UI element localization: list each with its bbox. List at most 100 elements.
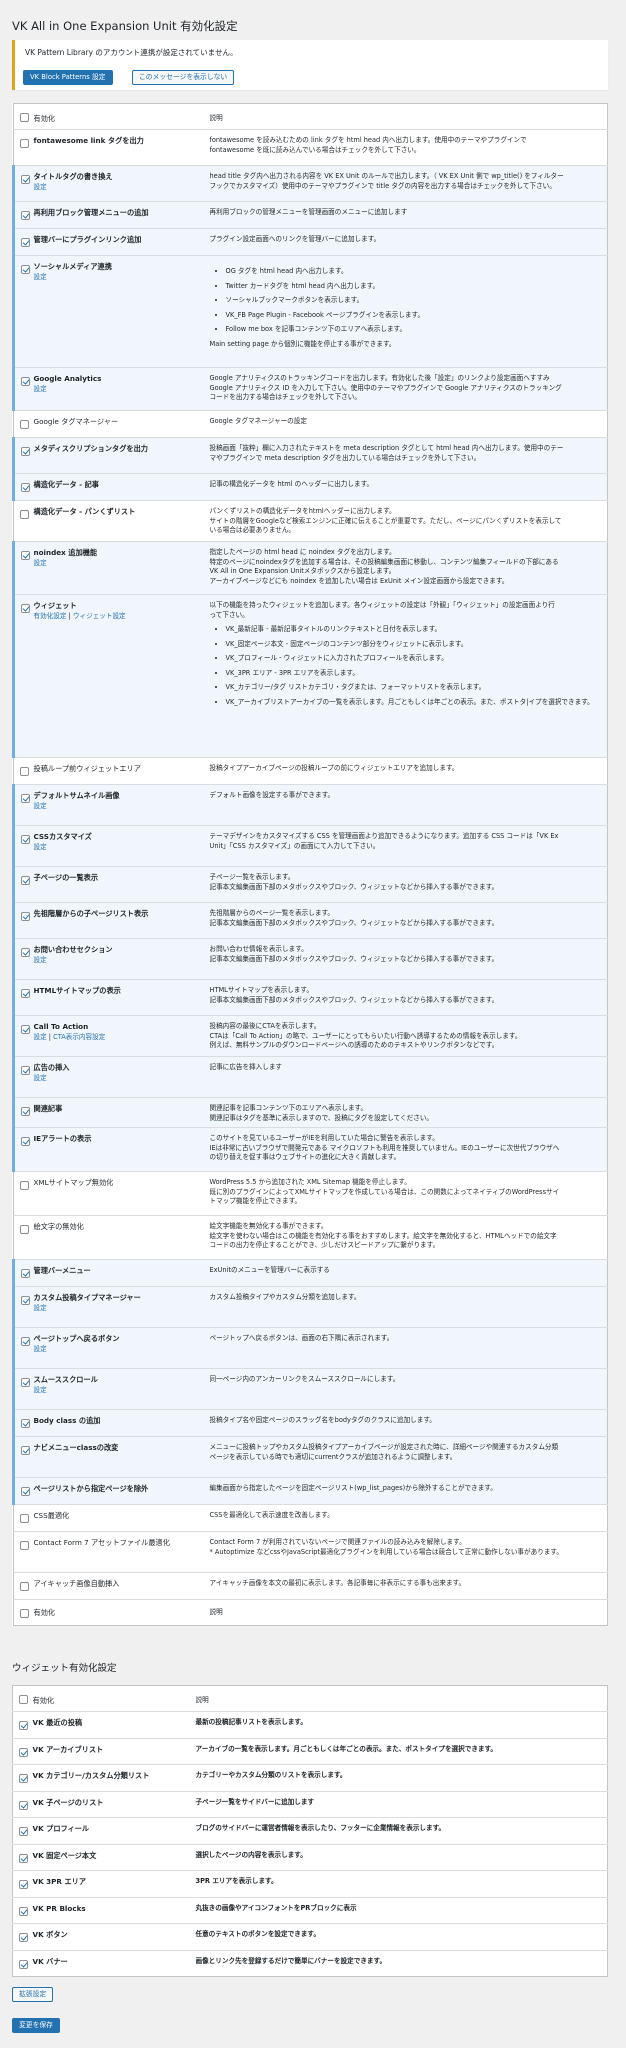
feature-description-line: 以下の機能を持ったウィジェットを追加します。各ウィジェットの設定は「外観」「ウィ… [209,601,555,610]
feature-sub-list: OG タグを html head 内へ出力します。 Twitter カードタグを … [210,267,600,335]
feature-checkbox[interactable] [21,1487,30,1497]
feature-checkbox[interactable] [20,510,29,520]
widget-checkbox[interactable] [19,1827,28,1837]
notice-message: VK Pattern Library のアカウント連携が設定されていません。 [25,48,238,57]
feature-settings-link[interactable]: 設定 [34,843,47,851]
feature-row: お問い合わせセクション 設定 お問い合わせ情報を表示します。 記事本文編集画面下部のメ… [12,938,608,980]
feature-checkbox[interactable] [20,1514,29,1524]
feature-checkbox[interactable] [20,1225,29,1235]
feature-checkbox[interactable] [21,483,30,493]
widget-checkbox[interactable] [19,1959,28,1969]
feature-checkbox[interactable] [21,604,30,614]
feature-checkbox[interactable] [20,1541,29,1551]
feature-checkbox[interactable] [21,835,30,845]
feature-description-line: テーマデザインをカスタマイズする CSS を管理画面より追加できるようになります… [209,832,559,841]
feature-settings-link[interactable]: CTA表示内容設定 [53,1033,105,1041]
feature-checkbox[interactable] [21,377,30,387]
feature-checkbox[interactable] [21,1446,30,1456]
save-changes-button[interactable]: 変更を保存 [12,2018,60,2033]
extension-settings-button[interactable]: 拡張設定 [12,1987,54,2002]
feature-checkbox-cell [12,784,34,826]
feature-checkbox-cell [14,1216,34,1260]
feature-checkbox[interactable] [21,175,30,185]
widget-name-cell: VK プロフィール [33,1818,196,1845]
feature-checkbox[interactable] [21,1296,30,1306]
feature-name-cell: Body class の追加 [34,1410,210,1437]
select-all-cell [14,104,34,130]
feature-checkbox[interactable] [20,420,29,430]
feature-checkbox[interactable] [21,1107,30,1117]
feature-description-cell: head title タグ内へ出力される内容を VK EX Unit のルールで… [210,166,608,202]
feature-checkbox[interactable] [21,211,30,221]
feature-checkbox[interactable] [21,551,30,561]
feature-description-cell: メニューに投稿トップやカスタム投稿タイプアーカイブページが設定された時に、詳細ペ… [210,1437,608,1478]
feature-row: HTMLサイトマップの表示 HTMLサイトマップを表示します。 記事本文編集画面下部… [12,979,608,1016]
feature-checkbox[interactable] [21,876,30,886]
feature-name-cell: 管理バーメニュー [34,1260,210,1287]
feature-checkbox[interactable] [20,1181,29,1191]
feature-settings-link[interactable]: 設定 [34,1074,47,1082]
feature-name: Google タグマネージャー [33,417,119,427]
select-all-footer-checkbox[interactable] [20,1609,29,1619]
feature-checkbox[interactable] [20,1582,29,1592]
widget-row: VK プロフィール ブログのサイドバーに運営者情報を表示したり、フッターに企業情報… [12,1817,608,1845]
widget-checkbox[interactable] [19,1933,28,1943]
feature-checkbox[interactable] [21,912,30,922]
feature-row: ソーシャルメディア連携設定 OG タグを html head 内へ出力します。 Tw… [12,255,608,368]
feature-settings-link[interactable]: 設定 [34,1033,47,1041]
dismiss-notice-button[interactable]: このメッセージを表示しない [132,70,235,85]
feature-settings-link[interactable]: 設定 [34,1304,47,1312]
feature-settings-link[interactable]: 有効化設定 [34,612,67,620]
feature-checkbox[interactable] [20,767,29,777]
feature-checkbox[interactable] [21,1269,30,1279]
feature-description-line: 記事本文編集画面下部のメタボックスやブロック、ウィジェットなどから挿入する事がで… [209,954,499,963]
feature-name: 再利用ブロック管理メニューの追加 [33,208,149,218]
feature-checkbox[interactable] [21,1066,30,1076]
vk-block-patterns-settings-button[interactable]: VK Block Patterns 設定 [23,70,113,85]
feature-settings-link[interactable]: 設定 [34,559,47,567]
widget-checkbox[interactable] [19,1747,28,1757]
widget-checkbox[interactable] [19,1721,28,1731]
main-setting-page-link[interactable]: Main setting page [210,340,269,348]
feature-description-cell: 記事の構造化データを html のヘッダーに出力します。 [210,474,608,501]
widget-checkbox[interactable] [19,1800,28,1810]
feature-settings-link[interactable]: 設定 [34,1345,47,1353]
feature-description-line: CTAは「Call To Action」の略で、ユーザーにとってもらいたい行動へ… [209,1031,522,1040]
widget-checkbox[interactable] [19,1853,28,1863]
feature-name: ページリストから指定ページを除外 [33,1484,149,1494]
feature-checkbox[interactable] [21,989,30,999]
widget-select-all-checkbox[interactable] [19,1695,28,1704]
feature-description-cell: 記事に広告を挿入します [210,1057,608,1098]
feature-settings-link[interactable]: 設定 [34,273,47,281]
feature-row: 投稿ループ前ウィジェットエリア 投稿タイプアーカイブページの投稿ループの前にウィジ… [13,757,608,785]
widget-name-cell: VK 子ページのリスト [33,1791,196,1818]
feature-checkbox[interactable] [21,1419,30,1429]
feature-settings-link[interactable]: 設定 [34,956,47,964]
feature-settings-link[interactable]: ウィジェット設定 [73,612,126,620]
feature-name-cell: スムーススクロール 設定 [34,1369,210,1410]
feature-description-line: HTMLサイトマップを表示します。 [209,986,313,995]
widget-checkbox[interactable] [19,1880,28,1890]
feature-checkbox[interactable] [21,1025,30,1035]
feature-settings-link[interactable]: 設定 [34,183,47,191]
feature-row: 子ページの一覧表示 子ページ一覧を表示します。 記事本文編集画面下部のメタボックスや… [12,866,608,903]
feature-checkbox[interactable] [20,139,29,149]
feature-checkbox[interactable] [21,1337,30,1347]
feature-checkbox-cell [12,979,34,1016]
widget-checkbox[interactable] [19,1774,28,1784]
feature-settings-link[interactable]: 設定 [34,802,47,810]
widget-checkbox-cell [13,1791,33,1818]
feature-checkbox[interactable] [21,447,30,457]
feature-checkbox[interactable] [21,948,30,958]
feature-checkbox[interactable] [21,1137,30,1147]
feature-checkbox[interactable] [21,794,30,804]
select-all-checkbox[interactable] [20,113,29,122]
feature-checkbox[interactable] [21,1378,30,1388]
feature-checkbox[interactable] [21,265,30,275]
feature-description-line: アーカイブページなどにも noindex を追加したい場合は ExUnit メイ… [209,576,509,585]
widget-checkbox[interactable] [19,1906,28,1916]
feature-checkbox[interactable] [21,238,30,248]
feature-checkbox-cell [14,1532,34,1573]
feature-settings-link[interactable]: 設定 [34,1386,47,1394]
feature-settings-link[interactable]: 設定 [34,385,47,393]
